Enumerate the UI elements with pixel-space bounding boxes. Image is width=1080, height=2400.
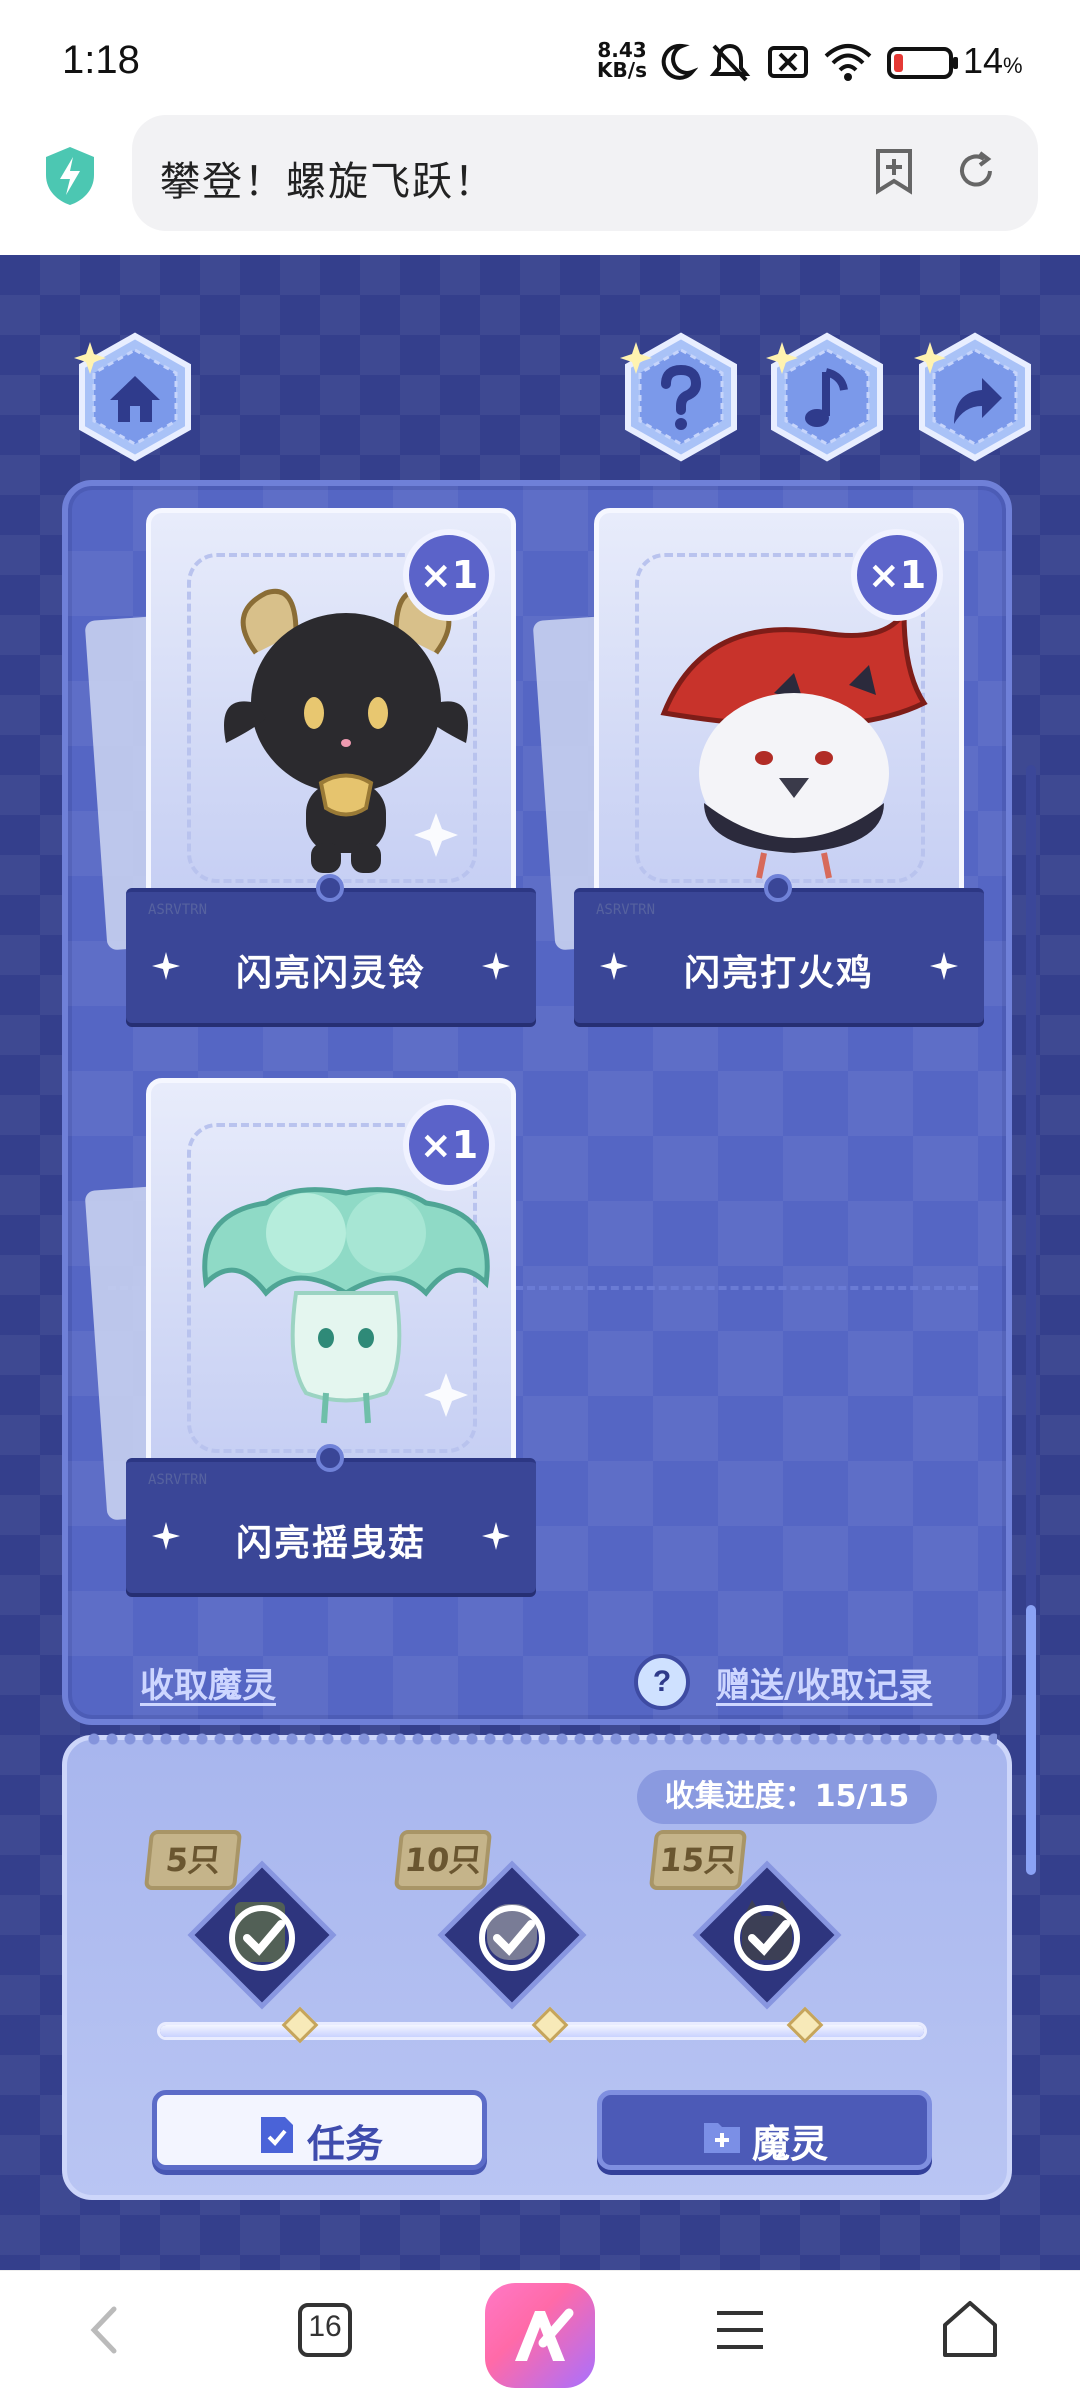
battery-icon (887, 47, 958, 79)
mute-icon (709, 43, 751, 82)
spirit-card[interactable]: ×1 ASRVTRN 闪亮闪灵铃 (84, 508, 536, 1023)
ai-assistant-button[interactable] (485, 2283, 595, 2388)
count-badge: ×1 (851, 529, 943, 621)
panel-scallop-edge (87, 1732, 997, 1746)
card-brand-text: ASRVTRN (148, 1472, 208, 1488)
card-name: 闪亮摇曳菇 (235, 1523, 426, 1564)
no-sim-icon (768, 46, 808, 78)
milestone-tag: 10只 (393, 1830, 493, 1890)
count-badge: ×1 (403, 1099, 495, 1191)
card-brand-text: ASRVTRN (596, 902, 656, 918)
menu-icon[interactable] (705, 2295, 775, 2365)
sparkle-icon (482, 952, 510, 980)
network-speed: 8.43 KB/s (594, 40, 650, 80)
add-bookmark-icon[interactable] (872, 147, 916, 195)
moon-icon (661, 43, 698, 80)
card-face: ×1 (146, 508, 516, 908)
network-speed-value: 8.43 (597, 38, 647, 62)
task-button-label: 任务 (307, 2122, 384, 2166)
task-document-icon (261, 2117, 293, 2153)
card-name: 闪亮打火鸡 (683, 953, 874, 994)
count-badge: ×1 (403, 529, 495, 621)
progress-value: 15/15 (814, 1779, 910, 1814)
sparkle-icon (482, 1522, 510, 1550)
ai-logo-icon (515, 2308, 574, 2361)
milestone-reward[interactable]: 5只 (143, 1830, 337, 2030)
spirit-button[interactable]: 魔灵 (597, 2090, 932, 2170)
milestone-tag: 15只 (648, 1830, 748, 1890)
share-icon (914, 332, 1031, 462)
share-button[interactable] (910, 332, 1040, 462)
card-pocket: ASRVTRN 闪亮摇曳菇 (126, 1444, 536, 1593)
gift-record-link[interactable]: 赠送/收取记录 (716, 1658, 932, 1707)
browser-address-row: 攀登！螺旋飞跃！ (0, 115, 1080, 255)
panel-scrollbar-thumb[interactable] (1026, 1605, 1036, 1875)
page-title[interactable]: 攀登！螺旋飞跃！ (160, 149, 496, 207)
card-face: ×1 (146, 1078, 516, 1478)
milestone-tag: 5只 (143, 1830, 243, 1890)
collection-panel: ×1 ASRVTRN 闪亮闪灵铃 ×1 ASRVTRN 闪亮打火鸡 ×1 ASR… (62, 480, 1012, 1725)
record-help-icon[interactable]: ? (634, 1654, 690, 1710)
battery-percent-unit: % (1003, 53, 1023, 78)
card-pocket: ASRVTRN 闪亮打火鸡 (574, 874, 984, 1023)
browser-bottom-nav: 16 (0, 2270, 1080, 2400)
pocket-pin (764, 874, 792, 902)
battery-percent-value: 14 (963, 40, 1004, 81)
address-bar[interactable]: 攀登！螺旋飞跃！ (132, 115, 1038, 231)
tabs-button[interactable]: 16 (290, 2295, 360, 2365)
shield-icon[interactable] (42, 145, 98, 207)
progress-label: 收集进度： (664, 1779, 815, 1814)
back-icon[interactable] (70, 2295, 140, 2365)
folder-add-icon (704, 2123, 740, 2153)
collection-progress-panel: 收集进度：15/15 5只 10只 15只 任务 魔灵 (62, 1732, 1012, 2200)
collect-spirit-link[interactable]: 收取魔灵 (140, 1658, 276, 1707)
game-canvas: ×1 ASRVTRN 闪亮闪灵铃 ×1 ASRVTRN 闪亮打火鸡 ×1 ASR… (0, 255, 1080, 2270)
sparkle-icon (930, 952, 958, 980)
status-time: 1:18 (62, 38, 140, 82)
card-name: 闪亮闪灵铃 (235, 953, 426, 994)
pocket-pin (316, 874, 344, 902)
collection-progress-label: 收集进度：15/15 (637, 1770, 937, 1824)
milestone-reward[interactable]: 15只 (648, 1830, 842, 2030)
spirit-button-label: 魔灵 (752, 2122, 829, 2166)
help-icon (620, 332, 737, 462)
home-button[interactable] (70, 332, 200, 462)
card-brand-text: ASRVTRN (148, 902, 208, 918)
milestone-reward[interactable]: 10只 (393, 1830, 587, 2030)
pocket-pin (316, 1444, 344, 1472)
network-speed-unit: KB/s (597, 58, 647, 82)
spirit-card[interactable]: ×1 ASRVTRN 闪亮打火鸡 (532, 508, 984, 1023)
task-button[interactable]: 任务 (152, 2090, 487, 2170)
wifi-icon (824, 44, 872, 81)
card-face: ×1 (594, 508, 964, 908)
help-button[interactable] (616, 332, 746, 462)
battery-percent: 14% (963, 40, 1023, 82)
refresh-icon[interactable] (954, 149, 998, 193)
music-icon (766, 332, 883, 462)
card-pocket: ASRVTRN 闪亮闪灵铃 (126, 874, 536, 1023)
home-nav-icon[interactable] (935, 2295, 1005, 2365)
home-icon (74, 332, 191, 462)
status-bar: 1:18 8.43 KB/s 14% (0, 0, 1080, 115)
tab-count: 16 (308, 2310, 342, 2343)
music-button[interactable] (762, 332, 892, 462)
spirit-card[interactable]: ×1 ASRVTRN 闪亮摇曳菇 (84, 1078, 536, 1593)
